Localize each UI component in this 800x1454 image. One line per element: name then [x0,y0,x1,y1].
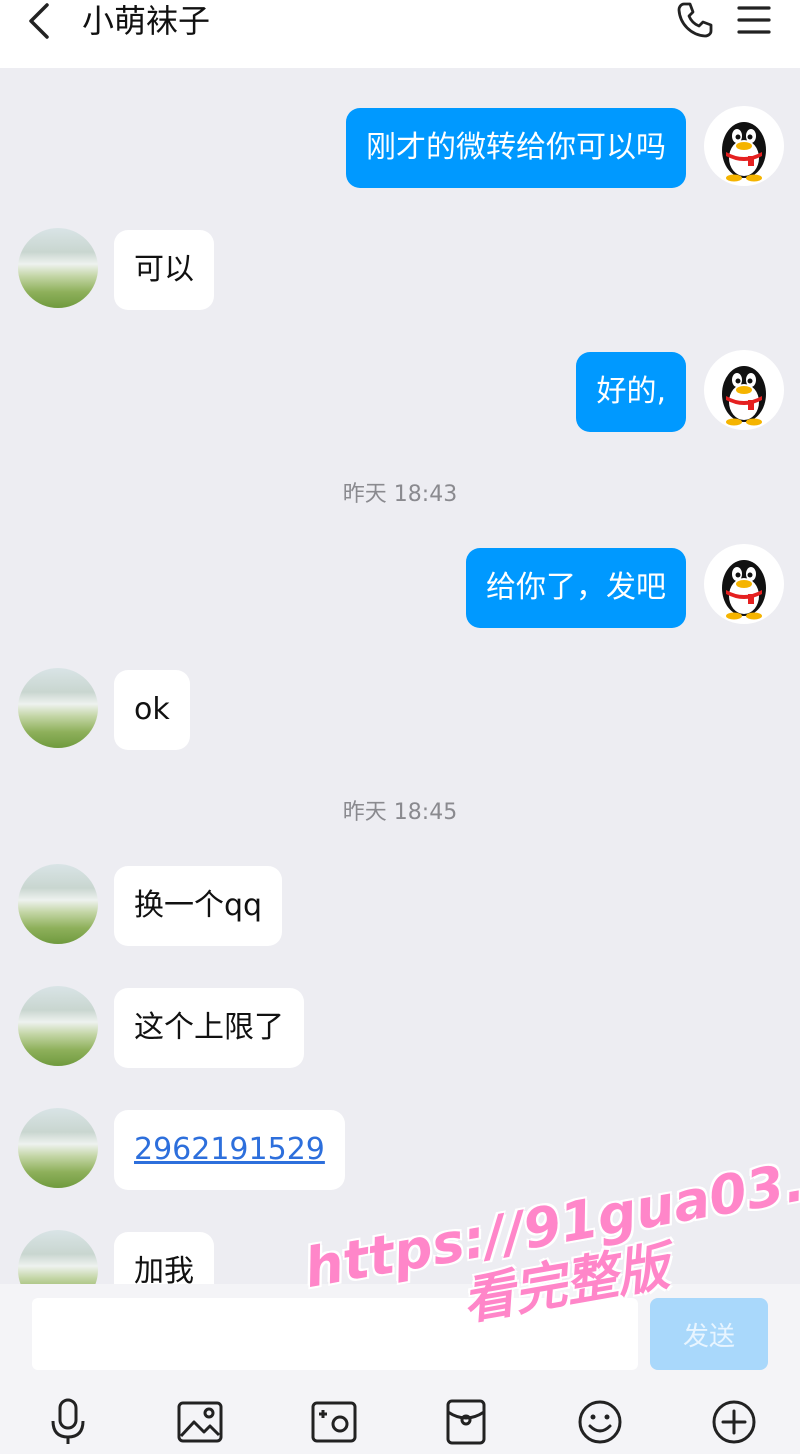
received-message-bubble[interactable]: 可以 [114,230,214,310]
message-text: 加我 [134,1254,194,1284]
send-button[interactable]: 发送 [650,1298,768,1370]
my-avatar[interactable] [704,350,784,430]
received-message-bubble[interactable]: 换一个qq [114,866,283,946]
received-message-bubble[interactable]: 2962191529 [114,1110,345,1190]
camera-icon [311,1401,357,1443]
menu-button[interactable] [734,0,774,40]
message-text: ok [134,692,170,727]
received-message-bubble[interactable]: ok [114,670,190,750]
contact-avatar[interactable] [18,668,98,748]
qq-penguin-icon [722,366,766,426]
contact-avatar[interactable] [18,1108,98,1188]
red-packet-icon [446,1399,486,1445]
call-button[interactable] [672,0,718,40]
chat-header: 小萌袜子 [0,0,800,68]
received-message-bubble[interactable]: 这个上限了 [114,988,304,1068]
phone-number-link[interactable]: 2962191529 [134,1132,325,1167]
qq-penguin-icon [722,122,766,182]
message-list[interactable]: 刚才的微转给你可以吗 可以 好的, 昨天 18:43 给你了，发吧 ok 昨天 … [0,68,800,1284]
sent-message-bubble[interactable]: 刚才的微转给你可以吗 [346,108,686,188]
contact-avatar[interactable] [18,1230,98,1284]
message-text: 换一个qq [134,888,263,923]
chevron-left-icon [29,3,49,39]
received-message-bubble[interactable]: 加我 [114,1232,214,1284]
message-timestamp: 昨天 18:43 [342,482,458,507]
message-text: 可以 [134,252,194,287]
message-text: 给你了，发吧 [486,570,666,605]
emoji-button[interactable] [574,1396,626,1448]
input-bar: 发送 [0,1284,800,1454]
emoji-icon [578,1400,622,1444]
my-avatar[interactable] [704,106,784,186]
microphone-icon [51,1398,85,1444]
camera-button[interactable] [308,1396,360,1448]
voice-button[interactable] [42,1396,94,1448]
message-timestamp: 昨天 18:45 [342,800,458,825]
message-text: 好的, [596,374,666,409]
more-button[interactable] [708,1396,760,1448]
image-icon [177,1401,223,1443]
plus-icon [712,1400,756,1444]
message-input[interactable] [32,1298,638,1370]
contact-avatar[interactable] [18,228,98,308]
chat-title: 小萌袜子 [82,2,211,40]
sent-message-bubble[interactable]: 给你了，发吧 [466,548,686,628]
red-packet-button[interactable] [440,1396,492,1448]
sent-message-bubble[interactable]: 好的, [576,352,686,432]
image-button[interactable] [174,1396,226,1448]
contact-avatar[interactable] [18,986,98,1066]
back-button[interactable] [22,3,56,39]
contact-avatar[interactable] [18,864,98,944]
hamburger-menu-icon [737,6,771,34]
my-avatar[interactable] [704,544,784,624]
qq-penguin-icon [722,560,766,620]
message-text: 刚才的微转给你可以吗 [366,130,666,165]
phone-icon [677,2,713,38]
message-text: 这个上限了 [134,1010,284,1045]
